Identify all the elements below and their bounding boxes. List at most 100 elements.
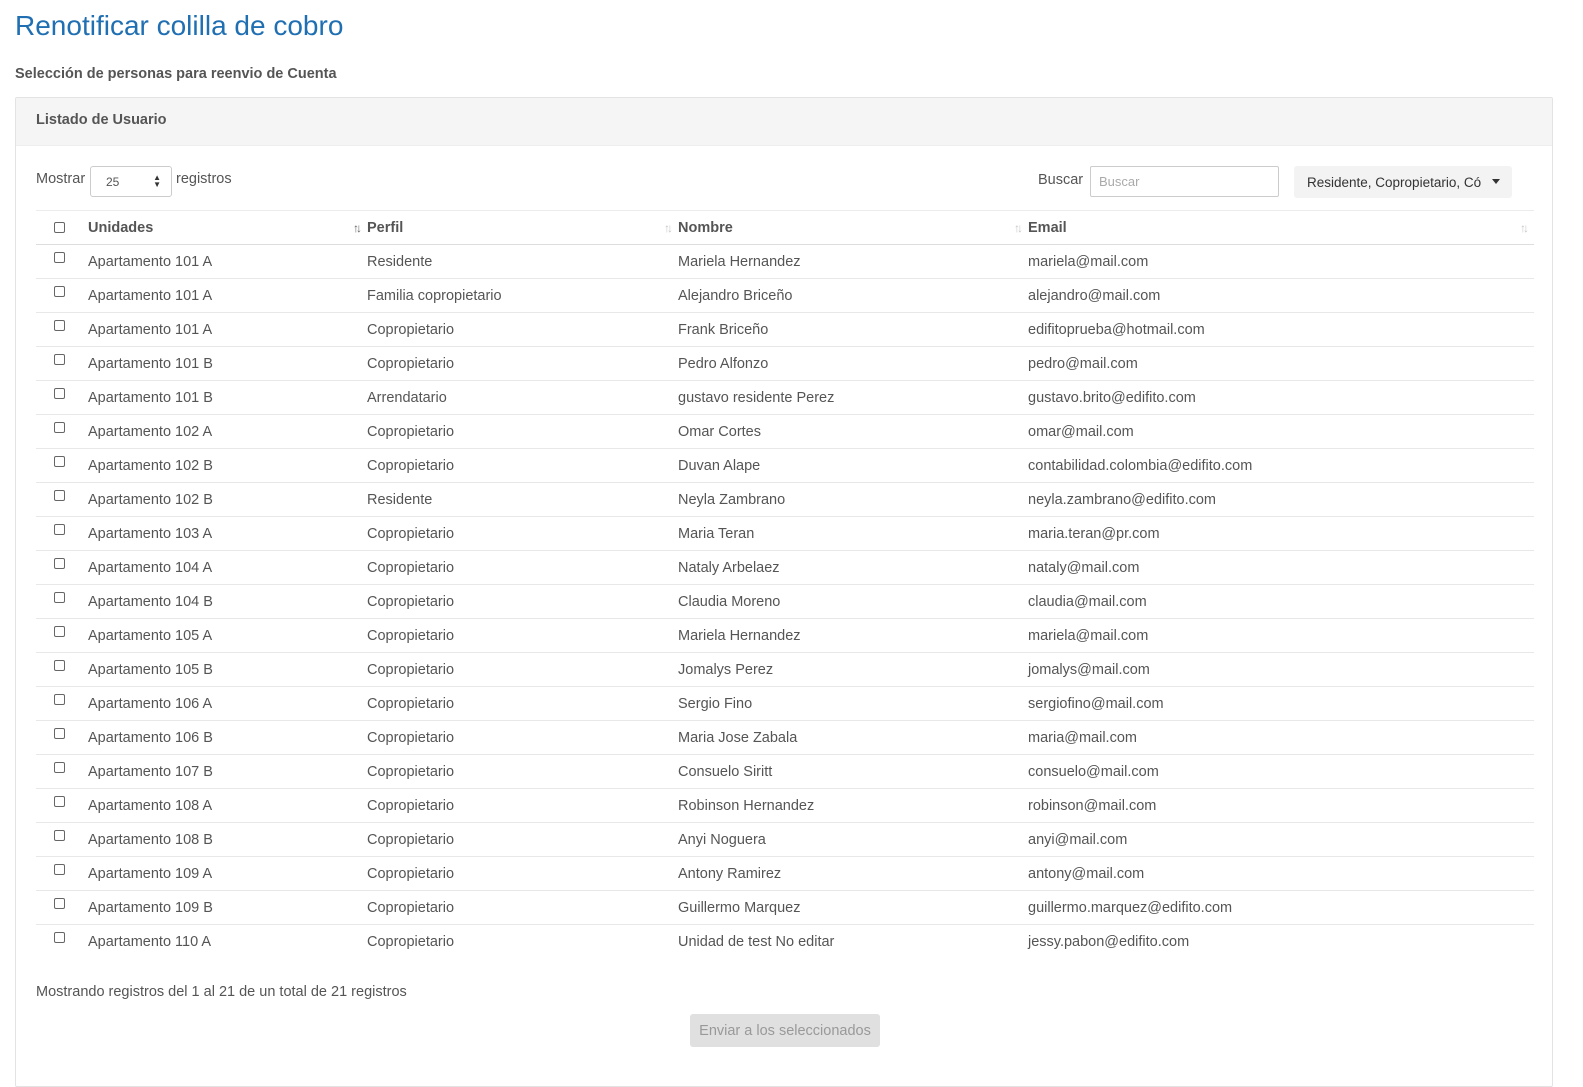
- table-row: Apartamento 108 A Copropietario Robinson H…: [36, 788, 1534, 823]
- cell-unidad: Apartamento 105 A: [88, 618, 367, 653]
- cell-email: maria.teran@pr.com: [1028, 516, 1534, 551]
- row-select-cell: [36, 788, 88, 823]
- cell-email: pedro@mail.com: [1028, 346, 1534, 381]
- column-header-perfil[interactable]: Perfil ↑↓: [367, 210, 678, 245]
- table-info: Mostrando registros del 1 al 21 de un to…: [36, 984, 407, 1000]
- table-row: Apartamento 103 A Copropietario Maria Tera…: [36, 516, 1534, 551]
- search-input[interactable]: [1090, 166, 1279, 197]
- cell-email: anyi@mail.com: [1028, 822, 1534, 857]
- row-checkbox[interactable]: [54, 762, 65, 774]
- row-checkbox[interactable]: [54, 592, 65, 604]
- cell-nombre: Unidad de test No editar: [678, 924, 1028, 959]
- row-checkbox[interactable]: [54, 864, 65, 876]
- row-checkbox[interactable]: [54, 354, 65, 366]
- page-length-value: 25: [106, 175, 120, 189]
- row-select-cell: [36, 380, 88, 415]
- row-select-cell: [36, 278, 88, 313]
- row-checkbox[interactable]: [54, 728, 65, 740]
- row-checkbox[interactable]: [54, 694, 65, 706]
- cell-nombre: Mariela Hernandez: [678, 253, 801, 270]
- column-header-email[interactable]: Email ↑↓: [1028, 210, 1534, 245]
- row-checkbox[interactable]: [54, 932, 65, 944]
- table-row: Apartamento 101 B Arrendatario gustavo res…: [36, 380, 1534, 415]
- cell-perfil: Copropietario: [367, 448, 678, 483]
- profile-filter-label: Residente, Copropietario, Có: [1307, 174, 1482, 190]
- row-checkbox[interactable]: [54, 626, 65, 638]
- table-row: Apartamento 104 A Copropietario Nataly Arb…: [36, 550, 1534, 585]
- row-select-cell: [36, 754, 88, 789]
- row-select-cell: [36, 924, 88, 959]
- table-row: Apartamento 105 B Copropietario Jomalys Pe…: [36, 652, 1534, 687]
- cell-email: gustavo.brito@edifito.com: [1028, 380, 1534, 415]
- row-select-cell: [36, 856, 88, 891]
- cell-perfil: Copropietario: [367, 652, 678, 687]
- cell-email: antony@mail.com: [1028, 856, 1534, 891]
- cell-email: consuelo@mail.com: [1028, 754, 1534, 789]
- cell-nombre: Jomalys Perez: [678, 652, 1028, 687]
- cell-perfil: Copropietario: [367, 686, 678, 721]
- cell-email: contabilidad.colombia@edifito.com: [1028, 448, 1534, 483]
- row-checkbox[interactable]: [54, 422, 65, 434]
- cell-nombre: Robinson Hernandez: [678, 788, 1028, 823]
- table-row: Apartamento 106 B Copropietario Maria Jose…: [36, 720, 1534, 755]
- cell-nombre: Antony Ramirez: [678, 856, 1028, 891]
- row-checkbox[interactable]: [54, 898, 65, 910]
- cell-email: claudia@mail.com: [1028, 584, 1534, 619]
- cell-email: edifitoprueba@hotmail.com: [1028, 312, 1534, 347]
- table-row: Apartamento 109 B Copropietario Guillermo …: [36, 890, 1534, 925]
- cell-perfil: Copropietario: [367, 924, 678, 959]
- page-length-select[interactable]: 25 ▲ ▼: [90, 166, 172, 197]
- cell-unidad: Apartamento 107 B: [88, 754, 367, 789]
- row-select-cell: [36, 414, 88, 449]
- column-header-unidades[interactable]: Unidades ↑↓: [88, 210, 367, 245]
- cell-unidad: Apartamento 104 B: [88, 584, 367, 619]
- send-selected-button[interactable]: Enviar a los seleccionados: [690, 1014, 880, 1047]
- cell-unidad: Apartamento 101 A: [88, 312, 367, 347]
- cell-unidad: Apartamento 102 B: [88, 482, 367, 517]
- cell-unidad: Apartamento 103 A: [88, 516, 367, 551]
- row-checkbox[interactable]: [54, 830, 65, 842]
- cell-nombre: Maria Teran: [678, 516, 1028, 551]
- row-checkbox[interactable]: [54, 524, 65, 536]
- row-checkbox[interactable]: [54, 388, 65, 400]
- select-all-checkbox[interactable]: [54, 222, 65, 234]
- row-checkbox[interactable]: [54, 286, 65, 298]
- table-row: Apartamento 108 B Copropietario Anyi Nogue…: [36, 822, 1534, 857]
- cell-perfil: Familia copropietario: [367, 278, 678, 313]
- cell-nombre: Neyla Zambrano: [678, 482, 1028, 517]
- row-checkbox[interactable]: [54, 320, 65, 332]
- cell-perfil: Residente: [367, 253, 433, 270]
- cell-email: maria@mail.com: [1028, 720, 1534, 755]
- users-panel: Listado de Usuario Mostrar 25 ▲ ▼ registr…: [15, 97, 1553, 1087]
- cell-nombre: Mariela Hernandez: [678, 618, 1028, 653]
- sort-both-icon: ↑↓: [1014, 221, 1023, 235]
- sort-ascending-icon: ↑↓: [353, 221, 362, 235]
- column-header-nombre[interactable]: Nombre ↑↓: [678, 210, 1028, 245]
- row-checkbox[interactable]: [54, 558, 65, 570]
- cell-email: jessy.pabon@edifito.com: [1028, 924, 1534, 959]
- profile-filter-dropdown[interactable]: Residente, Copropietario, Có: [1294, 166, 1512, 198]
- cell-email: robinson@mail.com: [1028, 788, 1534, 823]
- cell-unidad: Apartamento 101 B: [88, 380, 367, 415]
- page-subtitle: Selección de personas para reenvio de Cu…: [15, 66, 337, 82]
- cell-nombre: Anyi Noguera: [678, 822, 1028, 857]
- select-all-cell: [36, 210, 88, 245]
- table-row: Apartamento 101 A Residente Mariela Hernan…: [36, 245, 1534, 279]
- row-checkbox[interactable]: [54, 660, 65, 672]
- table-row: Apartamento 105 A Copropietario Mariela He…: [36, 618, 1534, 653]
- cell-perfil: Copropietario: [367, 584, 678, 619]
- cell-email: guillermo.marquez@edifito.com: [1028, 890, 1534, 925]
- row-select-cell: [36, 618, 88, 653]
- row-checkbox[interactable]: [54, 796, 65, 808]
- column-header-label: Email: [1028, 219, 1067, 236]
- cell-perfil: Copropietario: [367, 720, 678, 755]
- row-checkbox[interactable]: [54, 252, 65, 264]
- row-select-cell: [36, 312, 88, 347]
- row-checkbox[interactable]: [54, 490, 65, 502]
- caret-down-icon: [1492, 179, 1500, 184]
- cell-unidad: Apartamento 104 A: [88, 550, 367, 585]
- cell-unidad: Apartamento 109 B: [88, 890, 367, 925]
- cell-nombre: Pedro Alfonzo: [678, 346, 1028, 381]
- row-checkbox[interactable]: [54, 456, 65, 468]
- cell-nombre: Alejandro Briceño: [678, 278, 1028, 313]
